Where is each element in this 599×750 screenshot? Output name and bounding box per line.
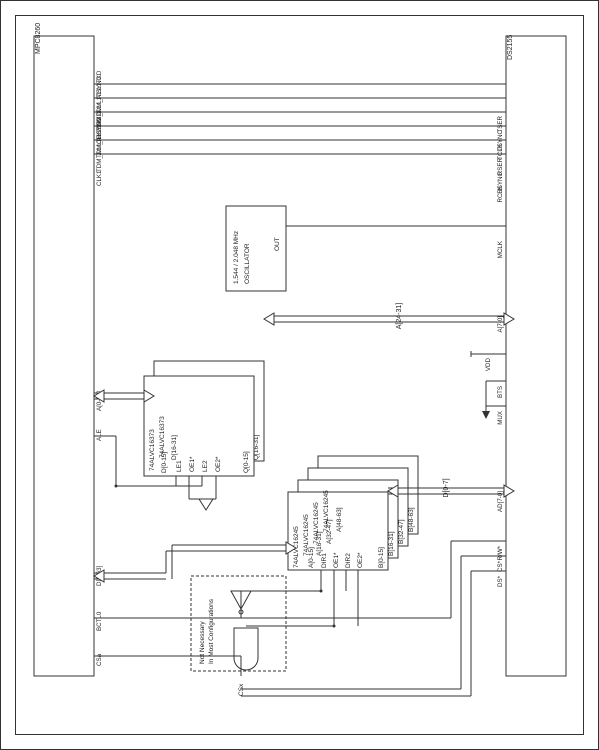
pin-r-5: RCLK [497,185,504,202]
latch-d1: D[16-31] [171,435,178,460]
xcvr-dir1: DIR1 [321,553,328,568]
diagram-frame: MPC8260 TDM_A1:L1TXD TDM_A1:L1TSYNC CLK2… [0,0,599,750]
osc-line1: 1.544 / 2.048 MHz [233,231,240,284]
xcvr-b3: B[0-15] [378,547,385,568]
schematic: MPC8260 TDM_A1:L1TXD TDM_A1:L1TSYNC CLK2… [16,16,585,736]
chip-left-name: MPC8260 [35,23,42,54]
note-l2: In Most Configurations [208,598,215,664]
latch-part1: 74ALVC16373 [159,416,166,458]
pin-r-mclk: MCLK [497,240,504,258]
csa-wire [94,556,506,696]
chip-right: DS2155 [506,35,566,676]
inner-frame: MPC8260 TDM_A1:L1TXD TDM_A1:L1TSYNC CLK2… [15,15,584,735]
latch-part2: 74ALVC16373 [149,429,156,471]
pin-r-a70: A[7-0] [497,316,504,333]
xcvr-oe2: OE2* [357,552,364,568]
pin-l-4: TDM_A1:L1RSYNC [96,117,103,172]
pin-l-csa: CSa [96,653,103,666]
chip-right-name: DS2155 [507,35,514,60]
xcvr-b1: B[32-47] [398,519,405,544]
pin-l-ale: ALE [96,429,103,441]
pin-r-ds: DS* [497,575,504,587]
pin-r-2: TCLK [497,143,504,160]
xcvr-b2: B[16-31] [388,531,395,556]
bus-lbl-d07: D[0-7] [443,478,450,497]
chip-right-pins: TSER TSYNC TCLK RSER RSYNC RCLK MCLK A[7… [485,115,504,587]
oscillator: 1.544 / 2.048 MHz OSCILLATOR OUT [226,206,506,291]
latch-q1: Q[16-31] [253,435,260,460]
xcvr-dir2: DIR2 [345,553,352,568]
xcvr-a3: A[0-15] [308,547,315,568]
latch-d2: D[0-15] [161,451,168,473]
note-box: Not Necessary In Most Configurations CSx [191,576,286,696]
latch-group: 74ALVC16373 74ALVC16373 D[16-31] Q[16-31… [144,361,264,476]
latch-q2: Q[0-15] [243,451,250,473]
xcvr-a1: A[32-47] [326,519,333,544]
top-wires [94,84,506,154]
bus-lbl-a2431: A[24-31] [396,303,403,330]
xcvr-a2: A[16-31] [316,531,323,556]
xcvr-group: 74ALVC16245 74ALVC16245 74ALVC16245 74AL… [288,456,418,570]
osc-line2: OSCILLATOR [244,243,251,284]
xcvr-b0: B[48-63] [408,507,415,532]
bus-d063 [94,542,296,582]
pin-r-bts: BTS [497,386,504,398]
osc-out: OUT [274,237,281,251]
latch-oe1: OE1* [189,456,196,472]
latch-le2: LE2 [202,460,209,472]
latch-le1: LE1 [176,460,183,472]
note-l1: Not Necessary [199,621,206,664]
pin-r-vdd: VDD [485,357,492,371]
xcvr-a0: A[48-63] [336,507,343,532]
xcvr-oe1: OE1* [333,552,340,568]
pin-l-bctl0: BCTL0 [96,611,103,631]
latch-oe2: OE2* [215,456,222,472]
chip-left: MPC8260 [34,23,94,676]
pin-r-mux: MUX [497,411,504,425]
pin-r-rw: R/W* [497,545,504,560]
pin-r-cs: CS* [497,560,504,572]
pin-l-5: CLK1 [96,170,103,186]
pin-r-0: TSER [497,115,504,132]
and-gate-icon [234,628,258,670]
bus-a2431: A[24-31] [264,303,514,330]
